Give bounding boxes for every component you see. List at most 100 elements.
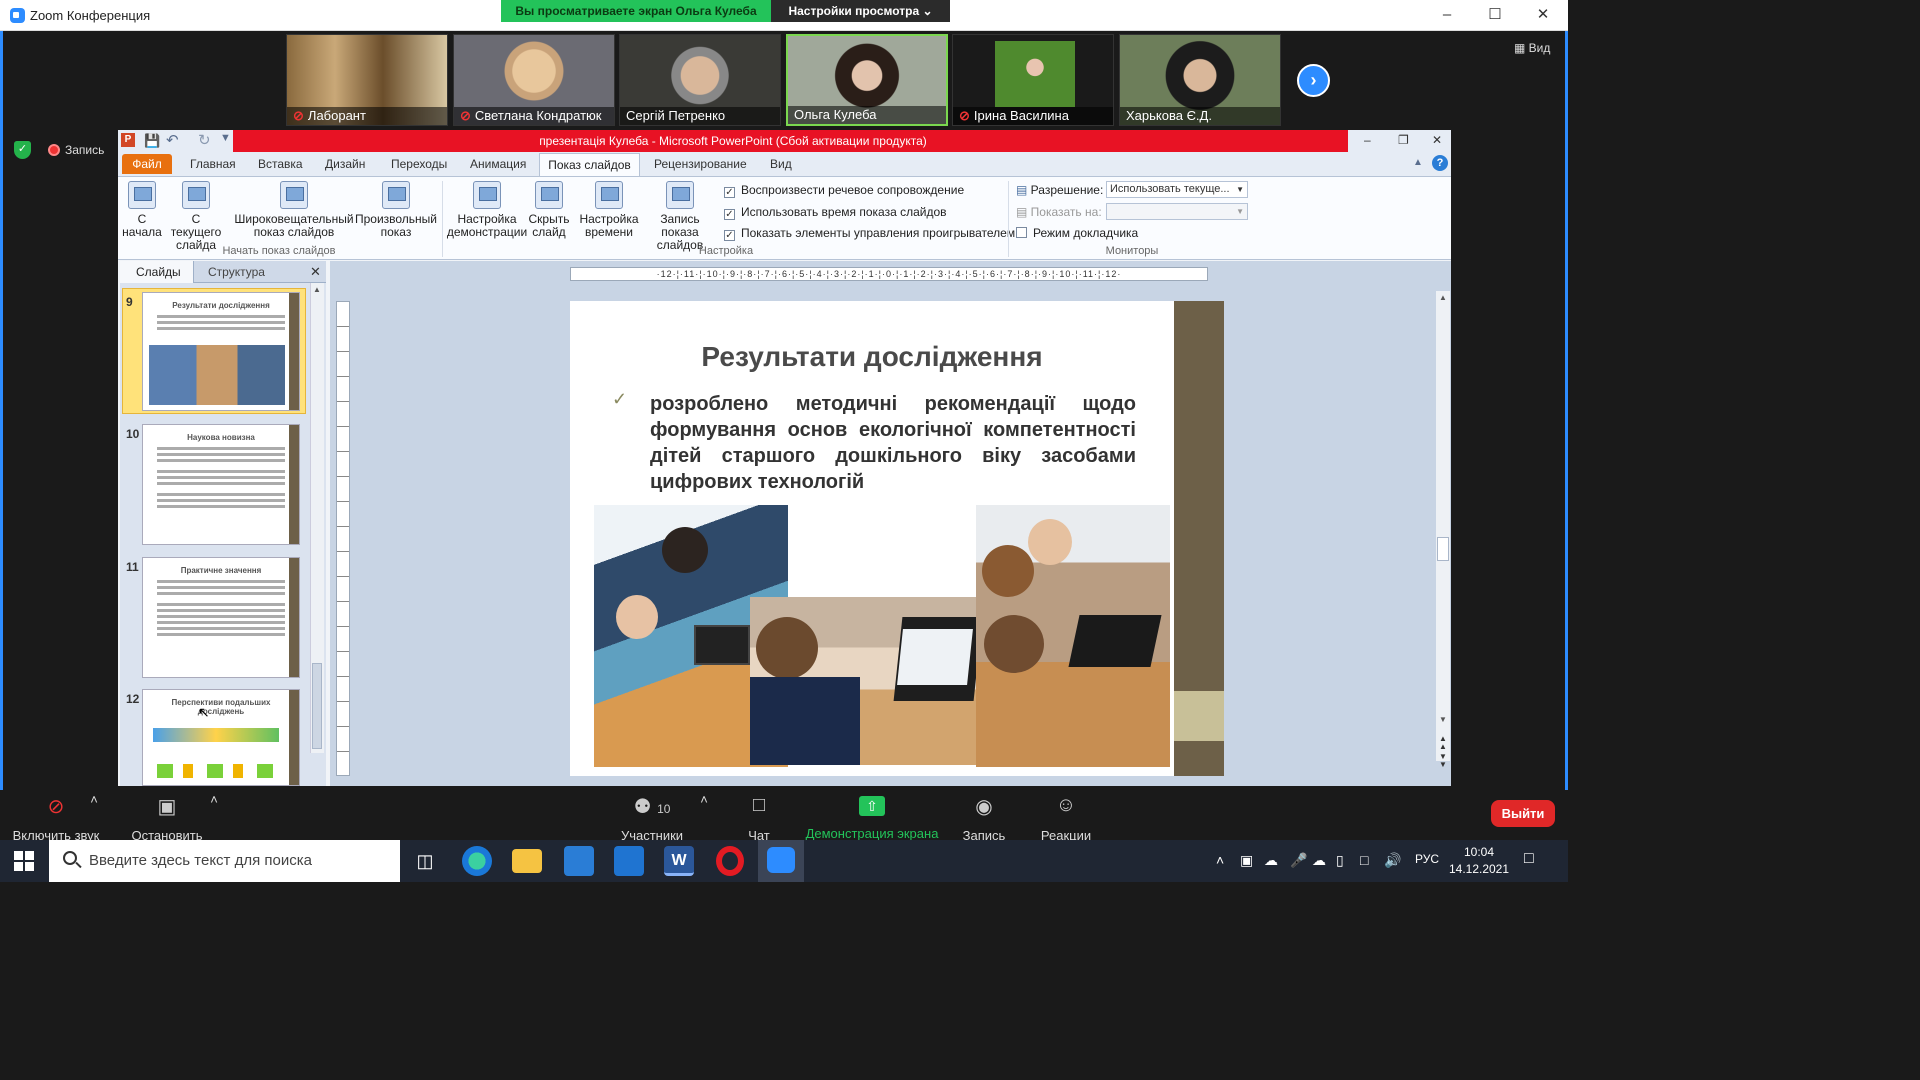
collapse-ribbon-icon[interactable]: ▲ [1413, 157, 1423, 168]
microsoft-store-icon[interactable] [564, 846, 594, 876]
video-options-caret[interactable]: ˄ [208, 792, 220, 807]
participant-tile[interactable]: ⊘ Ірина Василина [952, 34, 1114, 126]
hide-slide-button[interactable]: Скрыть слайд [528, 181, 570, 239]
setup-show-button[interactable]: Настройка демонстрации [446, 181, 528, 239]
record-show-button[interactable]: Запись показа слайдов [640, 181, 720, 252]
scroll-down-icon[interactable]: ▼ [1439, 715, 1447, 724]
share-screen-button[interactable]: ⇧ Демонстрация экрана [802, 790, 942, 841]
ppt-minimize-button[interactable]: – [1364, 133, 1371, 147]
next-slide-icon[interactable]: ▼ ▼ [1439, 753, 1447, 769]
rehearse-timings-button[interactable]: Настройка времени [576, 181, 642, 239]
thumbnail-number: 11 [126, 560, 139, 574]
record-show-icon [666, 181, 694, 209]
leave-button[interactable]: Выйти [1491, 800, 1555, 827]
scroll-up-icon[interactable]: ▲ [313, 285, 321, 294]
help-icon[interactable]: ? [1432, 155, 1448, 171]
presenter-view-checkbox[interactable]: Режим докладчика [1016, 226, 1138, 240]
maximize-button[interactable]: ☐ [1480, 4, 1510, 26]
from-start-button[interactable]: С начала [120, 181, 164, 239]
timings-checkbox[interactable]: ✓ Использовать время показа слайдов [724, 205, 947, 220]
record-button[interactable]: ◉ Запись [956, 790, 1012, 843]
close-button[interactable]: ✕ [1528, 4, 1558, 26]
reactions-button[interactable]: ☺ Реакции [1036, 790, 1096, 843]
taskbar-clock[interactable]: 10:04 14.12.2021 [1442, 844, 1516, 878]
word-icon[interactable]: W [664, 846, 694, 876]
participants-button[interactable]: ⚉ 10 Участники [612, 790, 692, 843]
ppt-title-bar: P 💾 ↶ ↻ ▼ презентація Кулеба - Microsoft… [118, 130, 1451, 152]
tab-review[interactable]: Рецензирование [654, 157, 747, 171]
slide-bullet-text[interactable]: розроблено методичні рекомендації щодо ф… [650, 391, 1136, 495]
ppt-close-button[interactable]: ✕ [1432, 133, 1442, 147]
participant-tile[interactable]: ⊘ Светлана Кондратюк [453, 34, 615, 126]
tab-view[interactable]: Вид [770, 157, 792, 171]
zoom-taskbar-active[interactable] [758, 840, 804, 882]
task-view-icon[interactable]: ◫ [410, 846, 440, 876]
slide-photo-boy-laptop[interactable] [750, 597, 978, 765]
participants-options-caret[interactable]: ˄ [698, 792, 710, 807]
taskbar-search-input[interactable]: Введите здесь текст для поиска [49, 840, 400, 882]
slide-thumbnail-9[interactable]: Результати дослідження [142, 292, 300, 411]
recording-indicator[interactable]: Запись [48, 143, 104, 157]
search-icon [63, 851, 77, 865]
view-options-dropdown[interactable]: Настройки просмотра ⌄ [771, 0, 950, 22]
show-on-combo[interactable]: ▼ [1106, 203, 1248, 220]
scroll-up-icon[interactable]: ▲ [1439, 293, 1447, 302]
previous-slide-icon[interactable]: ▲ ▲ [1439, 735, 1447, 751]
participant-tile[interactable]: ⊘ Лаборант [286, 34, 448, 126]
notifications-icon[interactable]: □ [1524, 850, 1534, 868]
tab-file[interactable]: Файл [122, 154, 172, 174]
slide-title[interactable]: Результати дослідження [570, 341, 1174, 373]
editor-vertical-scrollbar[interactable]: ▲ ▼ ▲ ▲ ▼ ▼ [1436, 291, 1450, 769]
scroll-thumb[interactable] [312, 663, 322, 749]
opera-icon[interactable] [716, 846, 744, 876]
tray-overflow-icon[interactable]: ˄ [1216, 852, 1224, 868]
battery-icon[interactable]: ▯ [1336, 852, 1344, 869]
tab-outline[interactable]: Структура [208, 265, 265, 279]
next-page-arrow-icon[interactable]: › [1297, 64, 1330, 97]
custom-show-button[interactable]: Произвольный показ [354, 181, 438, 239]
view-button[interactable]: ▦ Вид [1514, 41, 1550, 55]
scroll-thumb[interactable] [1437, 537, 1449, 561]
slide-thumbnail-10[interactable]: Наукова новизна [142, 424, 300, 545]
tab-home[interactable]: Главная [190, 157, 236, 171]
onedrive-icon[interactable]: ☁ [1264, 852, 1278, 869]
media-controls-checkbox[interactable]: ✓ Показать элементы управления проигрыват… [724, 226, 1015, 241]
tab-insert[interactable]: Вставка [258, 157, 303, 171]
meet-now-icon[interactable]: ▣ [1240, 852, 1253, 869]
participant-tile-active-speaker[interactable]: Ольга Кулеба [786, 34, 948, 126]
participant-tile[interactable]: Харькова Є.Д. [1119, 34, 1281, 126]
tab-animation[interactable]: Анимация [470, 157, 526, 171]
group-separator [1008, 181, 1009, 257]
tab-slides[interactable]: Слайды [136, 265, 181, 279]
from-current-button[interactable]: С текущего слайда [166, 181, 226, 252]
slide-thumbnail-11[interactable]: Практичне значення [142, 557, 300, 678]
slide-photo-girls-laptop[interactable] [976, 505, 1170, 767]
onedrive-sync-icon[interactable]: ☁ [1312, 852, 1326, 869]
tab-design[interactable]: Дизайн [325, 157, 365, 171]
audio-options-caret[interactable]: ˄ [88, 792, 100, 807]
file-explorer-icon[interactable] [512, 849, 542, 873]
network-icon[interactable]: □ [1360, 852, 1368, 868]
slides-pane-scrollbar[interactable]: ▲ [310, 283, 324, 753]
participant-name: Сергій Петренко [620, 107, 780, 125]
edge-browser-icon[interactable] [462, 846, 492, 876]
chat-button[interactable]: □ Чат [734, 790, 784, 843]
thumbnail-title: Результати дослідження [172, 301, 270, 310]
volume-icon[interactable]: 🔊 [1384, 852, 1401, 869]
resolution-combo[interactable]: Использовать текуще... ▼ [1106, 181, 1248, 198]
ppt-restore-button[interactable]: ❐ [1398, 133, 1409, 147]
minimize-button[interactable]: – [1432, 4, 1462, 26]
security-shield-icon[interactable]: ✓ [14, 141, 31, 159]
slide-thumbnail-12[interactable]: Перспективи подальших досліджень [142, 689, 300, 786]
slide-canvas[interactable]: Результати дослідження ✓ розроблено мето… [570, 301, 1224, 776]
windows-start-icon[interactable] [14, 851, 34, 871]
tab-slideshow[interactable]: Показ слайдов [539, 153, 640, 177]
input-language[interactable]: РУС [1415, 852, 1439, 866]
broadcast-button[interactable]: Широковещательный показ слайдов [234, 181, 354, 239]
close-pane-icon[interactable]: ✕ [310, 264, 321, 280]
microphone-icon[interactable]: 🎤 [1290, 852, 1307, 869]
narration-checkbox[interactable]: ✓ Воспроизвести речевое сопровождение [724, 183, 964, 198]
participant-tile[interactable]: Сергій Петренко [619, 34, 781, 126]
tab-transitions[interactable]: Переходы [391, 157, 447, 171]
mail-icon[interactable] [614, 846, 644, 876]
